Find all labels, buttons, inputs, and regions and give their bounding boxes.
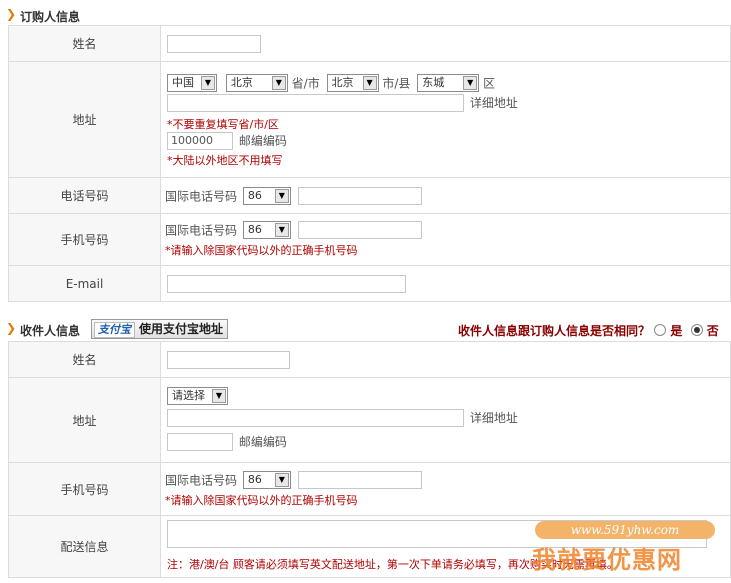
receiver-detail-address-input[interactable] [167, 408, 464, 427]
detail-address-label: 详细地址 [469, 411, 518, 425]
mobile-warning: *请输入除国家代码以外的正确手机号码 [165, 493, 358, 507]
same-no-radio[interactable] [690, 324, 703, 336]
same-yes-radio[interactable] [654, 324, 667, 336]
postcode-label: 邮编编码 [238, 435, 287, 449]
chevron-down-icon: ▼ [271, 75, 286, 90]
use-alipay-address-button[interactable]: 支付宝 使用支付宝地址 [91, 319, 229, 339]
detail-address-label: 详细地址 [469, 96, 518, 110]
buyer-name-label: 姓名 [8, 25, 161, 62]
buyer-section-header: ❯ 订购人信息 [0, 4, 731, 26]
buyer-section-title: 订购人信息 [20, 10, 81, 24]
address-warning: *不要重复填写省/市/区 [167, 117, 279, 131]
postcode-label: 邮编编码 [238, 134, 287, 148]
province-select[interactable]: 北京 ▼ [225, 73, 288, 92]
intl-phone-label: 国际电话号码 [165, 189, 238, 203]
same-info-label: 收件人信息跟订购人信息是否相同？ [458, 324, 651, 338]
receiver-mobile-label: 手机号码 [8, 462, 161, 516]
phone-code-select[interactable]: 86 ▼ [242, 186, 291, 205]
receiver-name-input[interactable] [167, 350, 290, 369]
buyer-form: 姓名 地址 中国 ▼ 北京 ▼ 省/市 北京 ▼ 市/县 东城 ▼ 区 详细地址 *不要… [8, 25, 731, 302]
chevron-down-icon: ▼ [274, 472, 289, 487]
arrow-icon: ❯ [6, 321, 17, 335]
same-info-question: 收件人信息跟订购人信息是否相同？ 是 否 [458, 322, 719, 339]
receiver-section-title: 收件人信息 [20, 324, 81, 338]
buyer-email-input[interactable] [167, 274, 406, 293]
chevron-down-icon: ▼ [201, 75, 215, 90]
receiver-mobile-input[interactable] [297, 470, 422, 489]
buyer-address-label: 地址 [8, 61, 161, 178]
receiver-address-label: 地址 [8, 377, 161, 463]
chevron-down-icon: ▼ [463, 75, 478, 90]
city-suffix: 市/县 [382, 76, 411, 90]
mobile-code-select[interactable]: 86 ▼ [242, 221, 291, 239]
chevron-down-icon: ▼ [274, 188, 289, 203]
arrow-icon: ❯ [6, 7, 17, 21]
region-select[interactable]: 请选择 ▼ [167, 386, 228, 405]
buyer-email-label: E-mail [8, 265, 161, 302]
buyer-phone-label: 电话号码 [8, 177, 161, 214]
buyer-detail-address-input[interactable] [167, 93, 464, 112]
no-label: 否 [706, 324, 719, 338]
buyer-mobile-label: 手机号码 [8, 213, 161, 266]
receiver-mobile-code-select[interactable]: 86 ▼ [242, 470, 291, 489]
receiver-name-label: 姓名 [8, 341, 161, 378]
mobile-warning: *请输入除国家代码以外的正确手机号码 [165, 244, 358, 257]
district-suffix: 区 [483, 76, 496, 90]
receiver-postcode-input[interactable] [167, 432, 233, 451]
watermark-text: 我就要优惠网 [532, 546, 682, 574]
province-suffix: 省/市 [291, 76, 320, 90]
buyer-postcode-input[interactable]: 100000 [167, 131, 233, 150]
yes-label: 是 [670, 324, 683, 338]
alipay-logo-icon: 支付宝 [94, 322, 135, 338]
chevron-down-icon: ▼ [212, 388, 226, 403]
district-select[interactable]: 东城 ▼ [417, 73, 480, 92]
receiver-section-header: ❯ 收件人信息 支付宝 使用支付宝地址 收件人信息跟订购人信息是否相同？ 是 否 [0, 318, 731, 340]
buyer-mobile-input[interactable] [297, 221, 422, 239]
chevron-down-icon: ▼ [362, 75, 377, 90]
intl-phone-label: 国际电话号码 [165, 473, 238, 487]
intl-phone-label: 国际电话号码 [165, 223, 238, 238]
watermark-url: www.591yhw.com [535, 521, 715, 539]
chevron-down-icon: ▼ [274, 223, 289, 237]
city-select[interactable]: 北京 ▼ [326, 73, 379, 92]
country-select[interactable]: 中国 ▼ [167, 73, 217, 92]
buyer-phone-input[interactable] [297, 186, 422, 205]
delivery-info-label: 配送信息 [8, 515, 161, 578]
alipay-button-label: 使用支付宝地址 [139, 322, 224, 336]
buyer-name-input[interactable] [167, 34, 261, 53]
postcode-warning: *大陆以外地区不用填写 [167, 153, 283, 167]
